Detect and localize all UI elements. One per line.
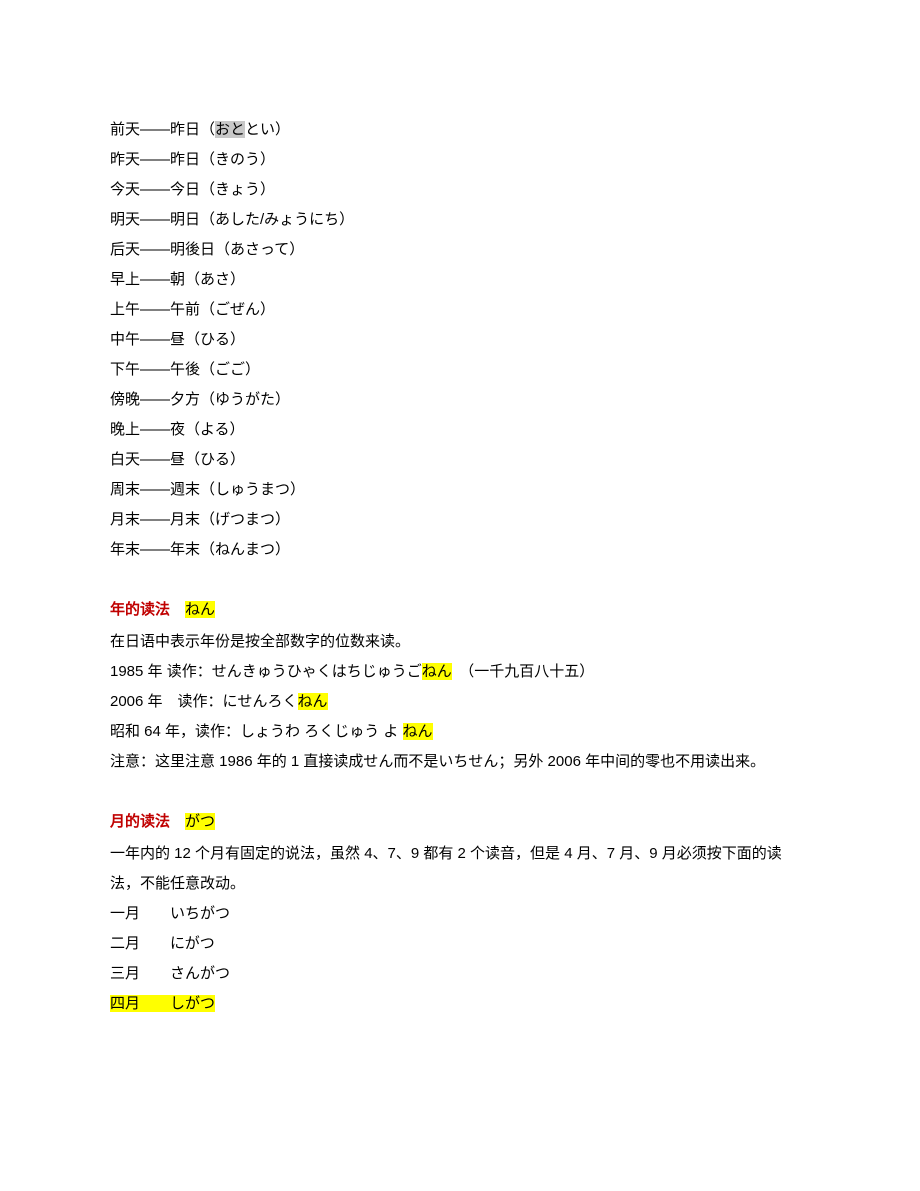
vocab-text: 白天——昼（ひる） — [110, 451, 245, 468]
vocab-item: 今天——今日（きょう） — [110, 175, 810, 205]
vocab-item: 白天——昼（ひる） — [110, 445, 810, 475]
vocab-item: 周末——週末（しゅうまつ） — [110, 475, 810, 505]
vocab-text: 晚上——夜（よる） — [110, 421, 245, 438]
body-text: 在日语中表示年份是按全部数字的位数来读。 — [110, 633, 410, 650]
vocab-item: 月末——月末（げつまつ） — [110, 505, 810, 535]
vocab-text-post: とい） — [245, 121, 290, 138]
body-text: 三月 さんがつ — [110, 965, 230, 982]
vocab-text: 年末——年末（ねんまつ） — [110, 541, 290, 558]
section-heading-year: 年的读法 ねん — [110, 595, 810, 625]
vocab-text: 周末——週末（しゅうまつ） — [110, 481, 305, 498]
heading-title: 年的读法 — [110, 601, 170, 618]
month-item: 一月 いちがつ — [110, 899, 810, 929]
vocab-item: 上午——午前（ごぜん） — [110, 295, 810, 325]
vocab-text: 今天——今日（きょう） — [110, 181, 275, 198]
heading-tag: がつ — [185, 813, 215, 830]
highlight-yellow: ねん — [298, 693, 328, 710]
vocab-text-pre: 前天——昨日（ — [110, 121, 215, 138]
vocab-text: 昨天——昨日（きのう） — [110, 151, 275, 168]
vocab-text: 上午——午前（ごぜん） — [110, 301, 275, 318]
body-text: 注意：这里注意 1986 年的 1 直接读成せん而不是いちせん；另外 2006 … — [110, 753, 765, 770]
highlight-gray: おと — [215, 121, 245, 138]
body-text: 昭和 64 年，读作：しょうわ ろくじゅう よ — [110, 723, 403, 740]
vocab-text: 下午——午後（ごご） — [110, 361, 260, 378]
vocab-text: 早上——朝（あさ） — [110, 271, 245, 288]
body-text: 1985 年 读作：せんきゅうひゃくはちじゅうご — [110, 663, 422, 680]
vocab-text: 中午——昼（ひる） — [110, 331, 245, 348]
highlight-yellow: ねん — [422, 663, 452, 680]
year-note: 注意：这里注意 1986 年的 1 直接读成せん而不是いちせん；另外 2006 … — [110, 747, 810, 777]
section-heading-month: 月的读法 がつ — [110, 807, 810, 837]
heading-tag: ねん — [185, 601, 215, 618]
body-text: 一年内的 12 个月有固定的说法，虽然 4、7、9 都有 2 个读音，但是 4 … — [110, 845, 782, 892]
month-intro: 一年内的 12 个月有固定的说法，虽然 4、7、9 都有 2 个读音，但是 4 … — [110, 839, 810, 899]
section-spacer — [110, 565, 810, 595]
year-intro: 在日语中表示年份是按全部数字的位数来读。 — [110, 627, 810, 657]
document-page: 前天——昨日（おととい） 昨天——昨日（きのう） 今天——今日（きょう） 明天—… — [0, 0, 920, 1079]
vocab-item: 晚上——夜（よる） — [110, 415, 810, 445]
vocab-item: 明天——明日（あした/みょうにち） — [110, 205, 810, 235]
vocab-item: 昨天——昨日（きのう） — [110, 145, 810, 175]
vocab-item: 前天——昨日（おととい） — [110, 115, 810, 145]
vocab-item: 下午——午後（ごご） — [110, 355, 810, 385]
month-item: 四月 しがつ — [110, 989, 810, 1019]
year-example: 昭和 64 年，读作：しょうわ ろくじゅう よ ねん — [110, 717, 810, 747]
body-text: 一月 いちがつ — [110, 905, 230, 922]
body-text: 二月 にがつ — [110, 935, 215, 952]
year-example: 2006 年 读作：にせんろくねん — [110, 687, 810, 717]
vocab-item: 年末——年末（ねんまつ） — [110, 535, 810, 565]
highlight-yellow: 四月 しがつ — [110, 995, 215, 1012]
vocab-text: 月末——月末（げつまつ） — [110, 511, 290, 528]
heading-title: 月的读法 — [110, 813, 170, 830]
vocab-item: 后天——明後日（あさって） — [110, 235, 810, 265]
vocab-item: 早上——朝（あさ） — [110, 265, 810, 295]
year-example: 1985 年 读作：せんきゅうひゃくはちじゅうごねん （一千九百八十五） — [110, 657, 810, 687]
body-text: 2006 年 读作：にせんろく — [110, 693, 298, 710]
month-item: 三月 さんがつ — [110, 959, 810, 989]
vocab-text: 后天——明後日（あさって） — [110, 241, 304, 258]
vocab-text: 明天——明日（あした/みょうにち） — [110, 211, 354, 228]
vocab-item: 中午——昼（ひる） — [110, 325, 810, 355]
body-text: （一千九百八十五） — [452, 663, 595, 680]
vocab-item: 傍晚——夕方（ゆうがた） — [110, 385, 810, 415]
section-spacer — [110, 777, 810, 807]
highlight-yellow: ねん — [403, 723, 433, 740]
vocab-text: 傍晚——夕方（ゆうがた） — [110, 391, 290, 408]
month-item: 二月 にがつ — [110, 929, 810, 959]
